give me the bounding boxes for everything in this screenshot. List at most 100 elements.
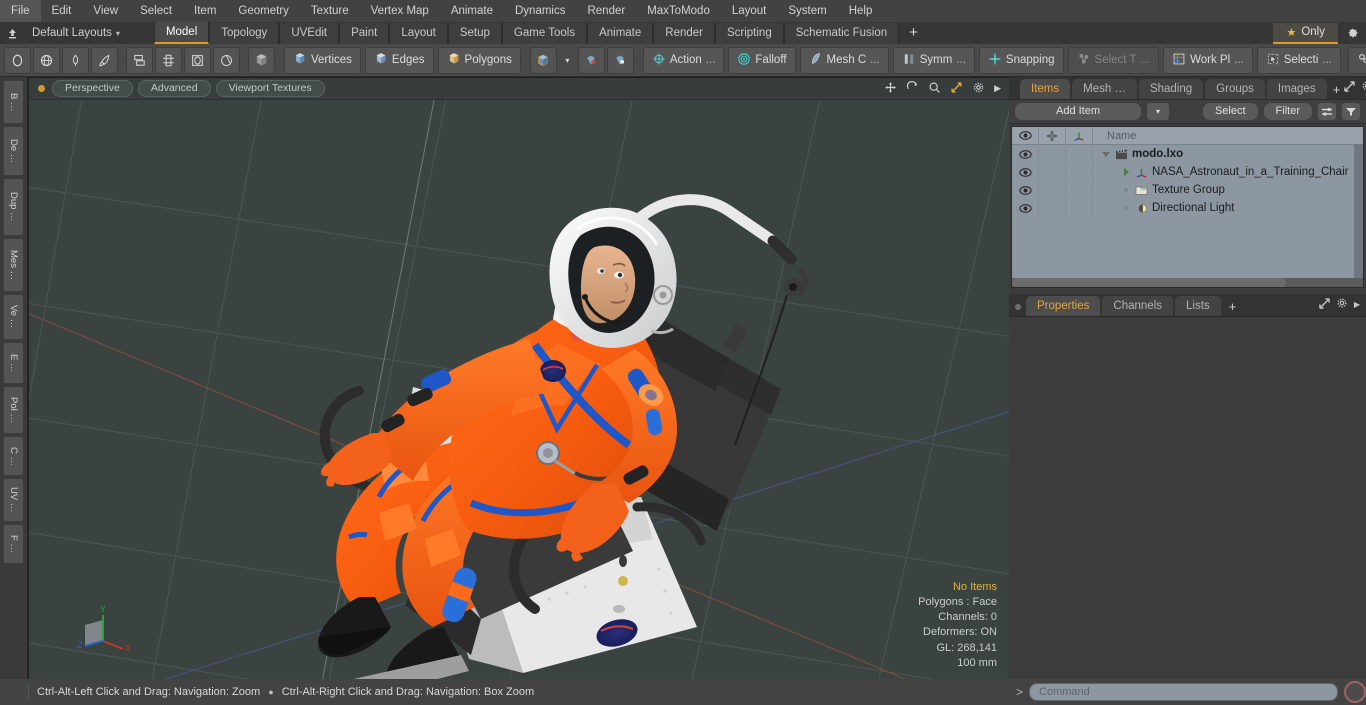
- left-tab-5[interactable]: E …: [3, 342, 24, 384]
- item-cube-icon[interactable]: [529, 46, 557, 74]
- left-tab-3[interactable]: Mes …: [3, 238, 24, 292]
- menu-item-system[interactable]: System: [777, 0, 837, 22]
- tab-mesh[interactable]: Mesh …: [1072, 79, 1137, 99]
- command-input[interactable]: Command: [1029, 683, 1338, 701]
- select-mode-edges[interactable]: Edges: [364, 46, 434, 74]
- eye-icon[interactable]: [1012, 199, 1039, 217]
- tab-images[interactable]: Images: [1266, 79, 1327, 99]
- chevron-right-icon[interactable]: ▶: [994, 84, 1001, 93]
- select-through-icon[interactable]: [577, 46, 605, 74]
- axis-cell[interactable]: [1066, 145, 1093, 163]
- layout-tab-animate[interactable]: Animate: [587, 23, 654, 44]
- select-button[interactable]: Select: [1201, 102, 1259, 121]
- select-mode-vertices[interactable]: Vertices: [284, 46, 361, 74]
- tab-properties[interactable]: Properties: [1026, 296, 1101, 316]
- lock-cell[interactable]: [1039, 145, 1066, 163]
- layout-tab-render[interactable]: Render: [653, 23, 715, 44]
- home-up-icon[interactable]: [0, 23, 24, 43]
- chevron-right-icon[interactable]: ▶: [1354, 300, 1360, 309]
- move-icon[interactable]: [884, 81, 897, 96]
- layout-tab-layout[interactable]: Layout: [389, 23, 448, 44]
- eye-icon[interactable]: [1012, 145, 1039, 163]
- left-tab-9[interactable]: F …: [3, 524, 24, 564]
- gear-icon[interactable]: [1336, 297, 1348, 312]
- menu-item-select[interactable]: Select: [129, 0, 183, 22]
- item-list-horizontal-scrollbar[interactable]: [1012, 278, 1363, 287]
- add-item-dropdown[interactable]: ▾: [1146, 102, 1170, 121]
- item-list-row[interactable]: Directional Light: [1012, 199, 1363, 217]
- list-options-icon[interactable]: [1317, 102, 1337, 121]
- default-layouts-dropdown[interactable]: Default Layouts ▾: [24, 27, 128, 39]
- viewport-textures-dropdown[interactable]: Viewport Textures: [215, 80, 325, 97]
- left-tab-6[interactable]: Pol …: [3, 386, 24, 434]
- tab-items[interactable]: Items: [1020, 79, 1071, 99]
- menu-item-geometry[interactable]: Geometry: [227, 0, 300, 22]
- toolbar-group-falloff[interactable]: Falloff: [728, 46, 796, 74]
- menu-item-vertex-map[interactable]: Vertex Map: [360, 0, 440, 22]
- viewport-projection-dropdown[interactable]: Perspective: [52, 80, 133, 97]
- funnel-icon[interactable]: [1341, 102, 1361, 121]
- circle-icon[interactable]: [4, 46, 31, 74]
- toolbar-group-action[interactable]: Action...: [642, 46, 725, 74]
- center-icon[interactable]: [155, 46, 182, 74]
- item-list-row[interactable]: NASA_Astronaut_in_a_Training_Chair: [1012, 163, 1363, 181]
- viewport-shading-dropdown[interactable]: Advanced: [137, 80, 211, 97]
- toolbar-group-selecti[interactable]: Selecti...: [1256, 46, 1341, 74]
- pen-icon[interactable]: [62, 46, 89, 74]
- menu-item-item[interactable]: Item: [183, 0, 227, 22]
- left-tab-1[interactable]: De …: [3, 126, 24, 176]
- mirror-icon[interactable]: [126, 46, 153, 74]
- menu-item-view[interactable]: View: [82, 0, 129, 22]
- layout-tab-paint[interactable]: Paint: [339, 23, 390, 44]
- record-circle-icon[interactable]: [1344, 681, 1366, 703]
- gear-icon[interactable]: [972, 81, 985, 96]
- paint-select-icon[interactable]: [606, 46, 634, 74]
- toolbar-group-select-t[interactable]: Select T...: [1067, 46, 1160, 74]
- expander-expand-icon[interactable]: [1121, 168, 1131, 176]
- menu-item-help[interactable]: Help: [838, 0, 884, 22]
- layout-tab-scripting[interactable]: Scripting: [714, 23, 784, 44]
- lock-cell[interactable]: [1039, 181, 1066, 199]
- ellipse-icon[interactable]: [213, 46, 240, 74]
- rotate-icon[interactable]: [906, 80, 919, 96]
- solid-cube-icon[interactable]: [248, 46, 275, 74]
- item-mode-caret[interactable]: ▾: [559, 47, 576, 74]
- select-mode-polygons[interactable]: Polygons: [437, 46, 521, 74]
- eye-icon[interactable]: [1012, 181, 1039, 199]
- add-panel-tab-button[interactable]: +: [1329, 82, 1345, 99]
- layout-tab-game-tools[interactable]: Game Tools: [501, 23, 588, 44]
- add-properties-tab-button[interactable]: +: [1223, 299, 1241, 316]
- menu-item-file[interactable]: File: [0, 0, 41, 22]
- left-tab-0[interactable]: B …: [3, 80, 24, 124]
- kits-button[interactable]: Kits: [1347, 46, 1366, 74]
- expander-collapse-icon[interactable]: [1101, 151, 1111, 157]
- left-tab-2[interactable]: Dup …: [3, 178, 24, 236]
- menu-item-maxtomodo[interactable]: MaxToModo: [636, 0, 721, 22]
- left-tab-7[interactable]: C …: [3, 436, 24, 476]
- layout-tab-model[interactable]: Model: [153, 22, 210, 44]
- add-item-button[interactable]: Add Item: [1014, 102, 1142, 121]
- lock-cell[interactable]: [1039, 163, 1066, 181]
- fit-icon[interactable]: [950, 81, 963, 96]
- only-toggle-button[interactable]: ★ Only: [1273, 22, 1338, 44]
- square-icon[interactable]: [184, 46, 211, 74]
- brush-icon[interactable]: [91, 46, 118, 74]
- left-tab-4[interactable]: Ve …: [3, 294, 24, 340]
- expand-icon[interactable]: [1344, 80, 1355, 95]
- layout-tab-topology[interactable]: Topology: [209, 23, 280, 44]
- toolbar-group-work-pl[interactable]: Work Pl...: [1163, 46, 1253, 74]
- layout-tab-setup[interactable]: Setup: [447, 23, 502, 44]
- toolbar-group-snapping[interactable]: Snapping: [978, 46, 1064, 74]
- left-tab-8[interactable]: UV …: [3, 478, 24, 522]
- tab-channels[interactable]: Channels: [1102, 296, 1174, 316]
- gear-icon[interactable]: [1361, 80, 1366, 95]
- axis-cell[interactable]: [1066, 163, 1093, 181]
- toolbar-group-symm[interactable]: Symm...: [892, 46, 975, 74]
- tab-shading[interactable]: Shading: [1138, 79, 1204, 99]
- filter-button[interactable]: Filter: [1262, 102, 1313, 121]
- viewport-3d[interactable]: Perspective Advanced Viewport Textures ▶: [28, 77, 1010, 684]
- item-list[interactable]: Name modo.lxo NASA_Astronaut_in_a_Trainin…: [1011, 126, 1364, 288]
- eye-icon[interactable]: [1012, 163, 1039, 181]
- menu-item-texture[interactable]: Texture: [300, 0, 360, 22]
- menu-item-edit[interactable]: Edit: [41, 0, 83, 22]
